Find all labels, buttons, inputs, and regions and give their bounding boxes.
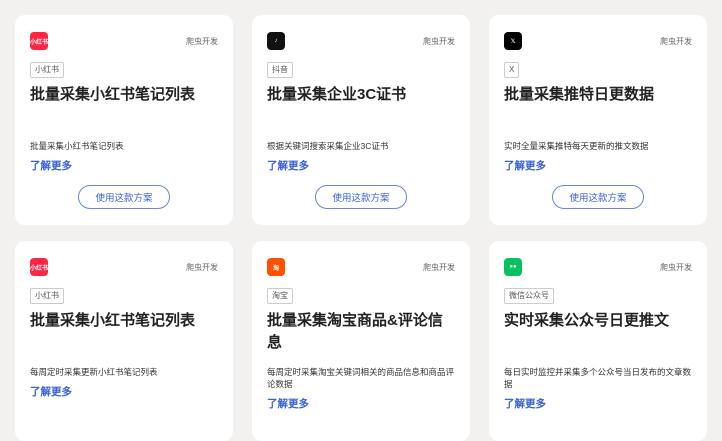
card-title: 批量采集淘宝商品&评论信息 (267, 312, 443, 351)
platform-tag: 小红书 (30, 288, 64, 304)
xiaohongshu-icon: 小红书 (30, 258, 48, 276)
solution-card[interactable]: 小红书 爬虫开发 小红书 批量采集小红书笔记列表 每周定时采集更新小红书笔记列表 … (15, 241, 233, 441)
platform-tag: 抖音 (267, 62, 293, 78)
card-title: 实时采集公众号日更推文 (504, 312, 670, 329)
learn-more-link[interactable]: 了解更多 (504, 396, 692, 411)
learn-more-link[interactable]: 了解更多 (267, 396, 455, 411)
xiaohongshu-icon: 小红书 (30, 32, 48, 50)
category-label: 爬虫开发 (186, 262, 218, 272)
category-label: 爬虫开发 (423, 262, 455, 272)
solution-card[interactable]: ♪ 爬虫开发 抖音 批量采集企业3C证书 根据关键词搜索采集企业3C证书 了解更多… (252, 15, 470, 225)
card-title: 批量采集小红书笔记列表 (30, 86, 196, 103)
card-description: 每周定时采集淘宝关键词相关的商品信息和商品评论数据 (267, 367, 455, 389)
use-solution-button[interactable]: 使用这款方案 (78, 185, 170, 209)
learn-more-link[interactable]: 了解更多 (30, 384, 218, 399)
card-title: 批量采集企业3C证书 (267, 86, 407, 103)
category-label: 爬虫开发 (660, 36, 692, 46)
solution-card[interactable]: 𝕏 爬虫开发 X 批量采集推特日更数据 实时全量采集推特每天更新的推文数据 了解更… (489, 15, 707, 225)
douyin-icon: ♪ (267, 32, 285, 50)
platform-tag: 淘宝 (267, 288, 293, 304)
platform-tag: 小红书 (30, 62, 64, 78)
card-description: 每周定时采集更新小红书笔记列表 (30, 367, 158, 377)
card-title: 批量采集小红书笔记列表 (30, 312, 196, 329)
use-solution-button[interactable]: 使用这款方案 (315, 185, 407, 209)
category-label: 爬虫开发 (423, 36, 455, 46)
category-label: 爬虫开发 (186, 36, 218, 46)
learn-more-link[interactable]: 了解更多 (30, 158, 218, 173)
card-description: 每日实时监控并采集多个公众号当日发布的文章数据 (504, 367, 692, 389)
use-solution-button[interactable]: 使用这款方案 (552, 185, 644, 209)
learn-more-link[interactable]: 了解更多 (267, 158, 455, 173)
x-icon: 𝕏 (504, 32, 522, 50)
solution-card[interactable]: ●● 爬虫开发 微信公众号 实时采集公众号日更推文 每日实时监控并采集多个公众号当… (489, 241, 707, 441)
wechat-icon: ●● (504, 258, 522, 276)
solution-card[interactable]: 淘 爬虫开发 淘宝 批量采集淘宝商品&评论信息 每周定时采集淘宝关键词相关的商品信… (252, 241, 470, 441)
platform-tag: 微信公众号 (504, 288, 554, 304)
category-label: 爬虫开发 (660, 262, 692, 272)
card-description: 批量采集小红书笔记列表 (30, 141, 124, 151)
taobao-icon: 淘 (267, 258, 285, 276)
card-description: 根据关键词搜索采集企业3C证书 (267, 141, 389, 151)
learn-more-link[interactable]: 了解更多 (504, 158, 692, 173)
solution-card[interactable]: 小红书 爬虫开发 小红书 批量采集小红书笔记列表 批量采集小红书笔记列表 了解更多… (15, 15, 233, 225)
card-description: 实时全量采集推特每天更新的推文数据 (504, 141, 649, 151)
platform-tag: X (504, 62, 520, 78)
card-title: 批量采集推特日更数据 (504, 86, 655, 103)
